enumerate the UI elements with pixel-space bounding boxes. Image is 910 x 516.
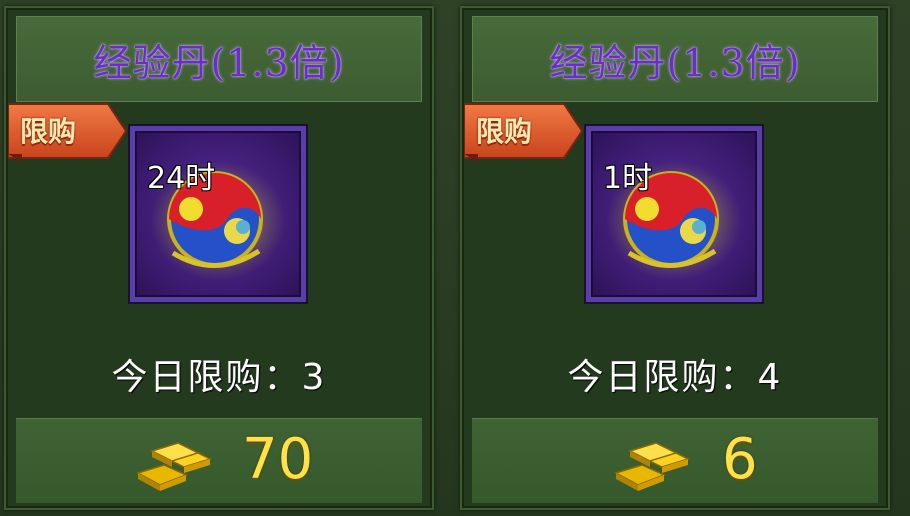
- limited-purchase-label: 限购: [476, 115, 533, 148]
- item-icon-slot[interactable]: 24时: [130, 126, 306, 302]
- gold-ingot-icon: [136, 442, 213, 491]
- item-price: 6: [722, 427, 758, 492]
- daily-purchase-limit: 今日限购：4: [567, 357, 783, 398]
- item-title: 经验丹(1.3倍): [16, 16, 422, 102]
- item-icon-slot[interactable]: 1时: [586, 126, 762, 302]
- item-card[interactable]: 经验丹(1.3倍) 限购 1时 今日限购：4 6: [460, 6, 890, 510]
- item-price: 70: [242, 427, 314, 492]
- item-card[interactable]: 经验丹(1.3倍) 限购 24时 今日限购：3 70: [4, 6, 434, 510]
- price-bar[interactable]: 6: [472, 418, 878, 503]
- item-title: 经验丹(1.3倍): [472, 16, 878, 102]
- item-duration: 24时: [147, 161, 216, 196]
- item-duration: 1时: [603, 161, 653, 196]
- price-bar[interactable]: 70: [16, 418, 422, 503]
- limited-purchase-tag: 限购: [464, 100, 582, 162]
- shop-panel: 经验丹(1.3倍) 限购 24时 今日限购：3 70 经验丹(1.3倍) 限购 …: [0, 0, 910, 516]
- gold-ingot-icon: [614, 442, 691, 491]
- limited-purchase-tag: 限购: [8, 100, 126, 162]
- limited-purchase-label: 限购: [20, 115, 77, 148]
- daily-purchase-limit: 今日限购：3: [111, 357, 327, 398]
